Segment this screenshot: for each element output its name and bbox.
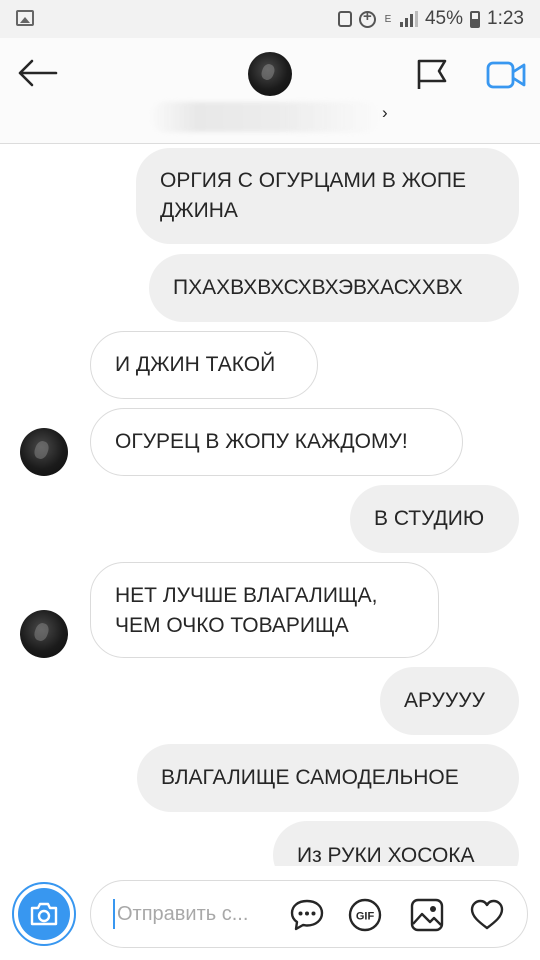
back-arrow-icon[interactable]	[16, 58, 58, 88]
battery-percent: 45%	[424, 8, 464, 29]
network-type: E	[384, 13, 392, 25]
message-text: ПХАХВХВХСХВХЭВХАСХХВХ	[173, 276, 463, 299]
chat-header: ›	[0, 38, 540, 144]
signal-icon	[399, 11, 418, 27]
contact-name-blurred[interactable]	[150, 102, 380, 132]
status-bar: E 45% 1:23	[0, 0, 540, 38]
message-input-wrap[interactable]: GIF	[90, 880, 528, 948]
message-bubble-received[interactable]: ОГУРЕЦ В ЖОПУ КАЖДОМУ!	[90, 408, 463, 476]
message-text: ОРГИЯ С ОГУРЦАМИ В ЖОПЕ	[160, 169, 467, 192]
chat-bubble-icon[interactable]	[289, 897, 325, 933]
message-bubble-sent[interactable]: АРУУУУ	[380, 667, 519, 735]
message-bubble-received[interactable]: НЕТ ЛУЧШЕ ВЛАГАЛИЩА, ЧЕМ ОЧКО ТОВАРИЩА	[90, 562, 439, 658]
gif-label: GIF	[356, 911, 375, 923]
contact-avatar[interactable]	[248, 52, 292, 96]
message-thread[interactable]: ОРГИЯ С ОГУРЦАМИ В ЖОПЕ ДЖИНА ПХАХВХВХСХ…	[0, 145, 540, 867]
message-text: ОГУРЕЦ В ЖОПУ КАЖДОМУ!	[115, 430, 408, 453]
sender-avatar[interactable]	[20, 428, 68, 476]
gif-icon[interactable]: GIF	[347, 897, 383, 933]
message-text: ЧЕМ ОЧКО ТОВАРИЩА	[115, 614, 349, 637]
message-bubble-sent[interactable]: ОРГИЯ С ОГУРЦАМИ В ЖОПЕ ДЖИНА	[136, 148, 519, 244]
message-text: ВЛАГАЛИЩЕ САМОДЕЛЬНОЕ	[161, 766, 459, 789]
message-composer: GIF	[0, 866, 540, 960]
flag-icon[interactable]	[414, 58, 450, 90]
message-bubble-sent[interactable]: В СТУДИЮ	[350, 485, 519, 553]
sender-avatar[interactable]	[20, 610, 68, 658]
message-text: АРУУУУ	[404, 689, 485, 712]
heart-icon[interactable]	[469, 897, 505, 933]
camera-icon	[30, 902, 58, 926]
message-input[interactable]	[113, 899, 273, 929]
video-call-icon[interactable]	[486, 60, 526, 90]
image-notification-icon	[16, 10, 34, 26]
chevron-right-icon[interactable]: ›	[382, 103, 388, 123]
camera-button[interactable]	[12, 882, 76, 946]
battery-icon	[470, 10, 481, 28]
gallery-icon[interactable]	[409, 897, 445, 933]
message-text: В СТУДИЮ	[374, 507, 485, 530]
data-saver-icon	[358, 8, 376, 28]
message-bubble-sent[interactable]: ВЛАГАЛИЩЕ САМОДЕЛЬНОЕ	[137, 744, 519, 812]
recycle-icon	[337, 11, 352, 27]
message-text: ДЖИНА	[160, 199, 238, 222]
message-text: И ДЖИН ТАКОЙ	[115, 353, 276, 376]
message-bubble-sent[interactable]: Из РУКИ ХОСОКА	[273, 821, 519, 867]
status-icons: E 45% 1:23	[337, 8, 524, 30]
message-bubble-sent[interactable]: ПХАХВХВХСХВХЭВХАСХХВХ	[149, 254, 519, 322]
message-text: Из РУКИ ХОСОКА	[297, 844, 475, 867]
message-bubble-received[interactable]: И ДЖИН ТАКОЙ	[90, 331, 318, 399]
clock: 1:23	[487, 8, 524, 29]
message-text: НЕТ ЛУЧШЕ ВЛАГАЛИЩА,	[115, 584, 378, 607]
